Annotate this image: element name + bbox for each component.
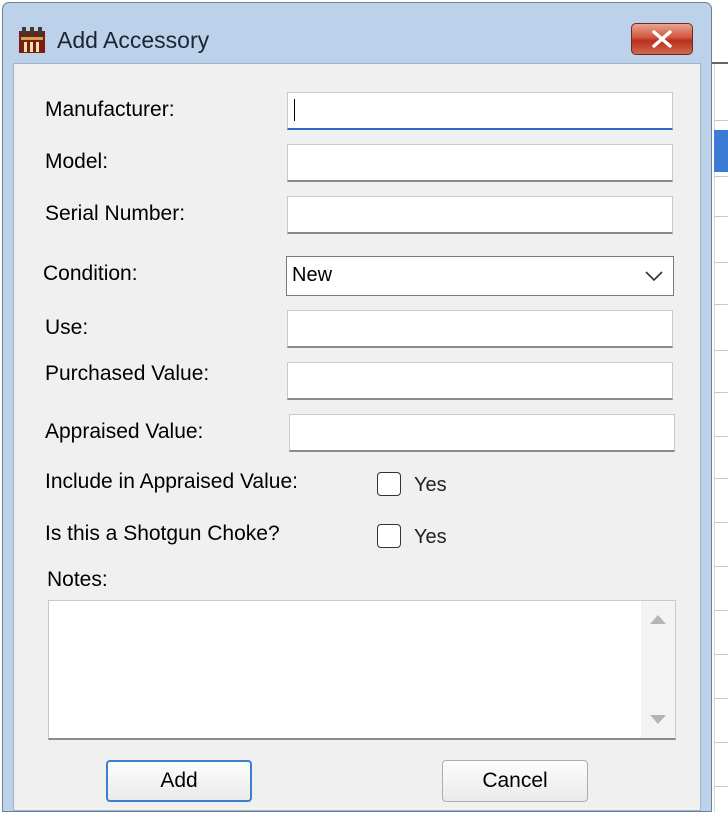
scroll-up-arrow-icon[interactable] xyxy=(649,613,667,625)
appraised-value-input[interactable] xyxy=(289,414,675,452)
close-icon xyxy=(652,30,672,48)
use-input[interactable] xyxy=(287,310,673,348)
condition-selected-value: New xyxy=(292,264,333,286)
include-in-appraised-yes-label[interactable]: Yes xyxy=(414,474,447,497)
notes-scrollbar[interactable] xyxy=(641,601,675,738)
window-title: Add Accessory xyxy=(57,27,210,53)
purchased-value-input[interactable] xyxy=(287,362,673,400)
include-in-appraised-label: Include in Appraised Value: xyxy=(45,470,298,493)
manufacturer-input[interactable] xyxy=(287,92,673,130)
close-button[interactable] xyxy=(631,23,693,55)
model-input[interactable] xyxy=(287,144,673,182)
shotgun-choke-checkbox[interactable] xyxy=(377,524,401,548)
notes-textarea[interactable] xyxy=(48,600,676,740)
shotgun-choke-yes-label[interactable]: Yes xyxy=(414,526,447,549)
include-in-appraised-checkbox[interactable] xyxy=(377,472,401,496)
add-accessory-dialog: Add Accessory Manufacturer: Model: Seria… xyxy=(2,2,712,812)
appraised-value-label: Appraised Value: xyxy=(45,420,204,443)
dialog-body: Manufacturer: Model: Serial Number: Cond… xyxy=(13,63,701,811)
chevron-down-icon xyxy=(645,271,663,282)
background-bottom-strip xyxy=(0,812,728,826)
use-label: Use: xyxy=(45,316,89,339)
serial-number-input[interactable] xyxy=(287,196,673,234)
model-label: Model: xyxy=(45,150,109,173)
app-icon xyxy=(16,25,50,57)
purchased-value-label: Purchased Value: xyxy=(45,362,210,385)
cancel-button[interactable]: Cancel xyxy=(442,760,588,802)
shotgun-choke-label: Is this a Shotgun Choke? xyxy=(45,522,280,545)
text-caret xyxy=(294,99,295,121)
manufacturer-label: Manufacturer: xyxy=(45,98,175,121)
condition-label: Condition: xyxy=(43,262,138,285)
background-selected-row xyxy=(714,130,728,172)
title-bar[interactable]: Add Accessory xyxy=(3,3,711,63)
serial-number-label: Serial Number: xyxy=(45,202,186,225)
notes-label: Notes: xyxy=(47,568,108,591)
scroll-down-arrow-icon[interactable] xyxy=(649,714,667,726)
condition-select[interactable]: New xyxy=(286,256,674,296)
add-button[interactable]: Add xyxy=(106,760,252,802)
